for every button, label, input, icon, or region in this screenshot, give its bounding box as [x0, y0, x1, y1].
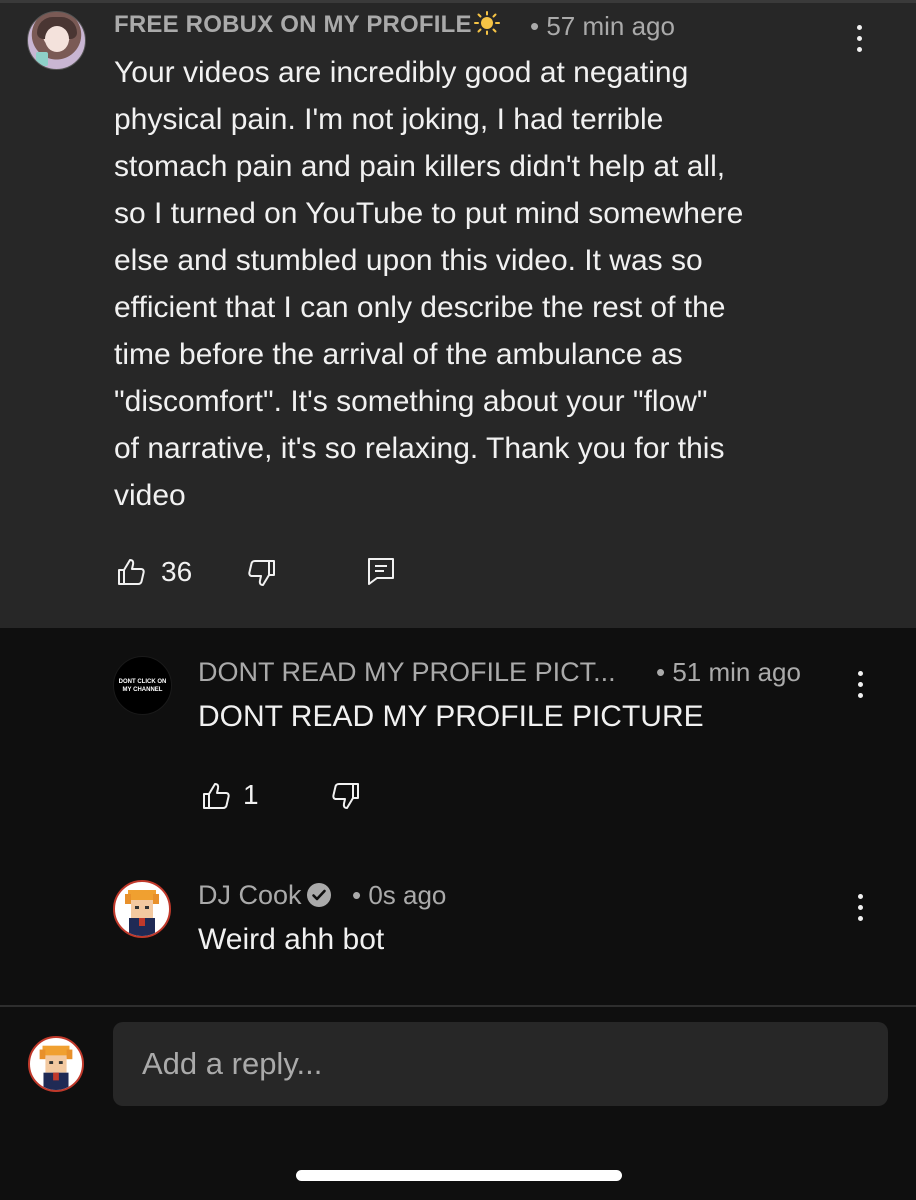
pixel-character-avatar	[39, 1045, 73, 1090]
pixel-character-avatar	[125, 890, 159, 936]
reply-author-name[interactable]: DJ Cook	[198, 880, 302, 910]
dislike-icon[interactable]	[247, 558, 277, 588]
reply-avatar[interactable]	[113, 880, 171, 938]
avatar-caption: DONT CLICK ON MY CHANNEL	[118, 678, 167, 693]
reply-body: DONT READ MY PROFILE PICTURE	[198, 700, 704, 733]
reply-icon[interactable]	[366, 556, 396, 586]
like-icon[interactable]	[116, 557, 146, 587]
section-divider	[0, 1005, 916, 1007]
reply-timestamp: • 51 min ago	[656, 657, 801, 687]
comment-body: Your videos are incredibly good at negat…	[114, 56, 744, 512]
current-user-avatar	[28, 1036, 84, 1092]
comment-author[interactable]: FREE ROBUX ON MY PROFILE	[114, 11, 502, 39]
reply-author[interactable]: DJ Cook	[198, 880, 332, 911]
home-indicator[interactable]	[296, 1170, 622, 1181]
like-count: 1	[243, 779, 259, 810]
sun-icon	[473, 11, 500, 35]
comment-timestamp: • 57 min ago	[530, 11, 675, 41]
dislike-icon[interactable]	[331, 781, 361, 811]
comment-thread: FREE ROBUX ON MY PROFILE • 57 min ago Yo…	[0, 0, 916, 1200]
commenter-avatar[interactable]	[27, 11, 86, 70]
top-edge-divider	[0, 0, 916, 3]
reply-author[interactable]: DONT READ MY PROFILE PICT...	[198, 657, 616, 688]
like-icon[interactable]	[201, 781, 231, 811]
like-count: 36	[161, 556, 193, 587]
verified-check-icon	[306, 883, 331, 907]
reply-body: Weird ahh bot	[198, 923, 385, 956]
reply-avatar[interactable]: DONT CLICK ON MY CHANNEL	[113, 656, 172, 715]
more-options-icon[interactable]	[854, 25, 864, 55]
reply-timestamp: • 0s ago	[352, 880, 447, 910]
more-options-icon[interactable]	[855, 894, 865, 924]
more-options-icon[interactable]	[855, 671, 865, 701]
highlighted-comment: FREE ROBUX ON MY PROFILE • 57 min ago Yo…	[0, 0, 916, 628]
add-reply-input[interactable]	[113, 1022, 888, 1106]
comment-author-name[interactable]: FREE ROBUX ON MY PROFILE	[114, 11, 472, 38]
